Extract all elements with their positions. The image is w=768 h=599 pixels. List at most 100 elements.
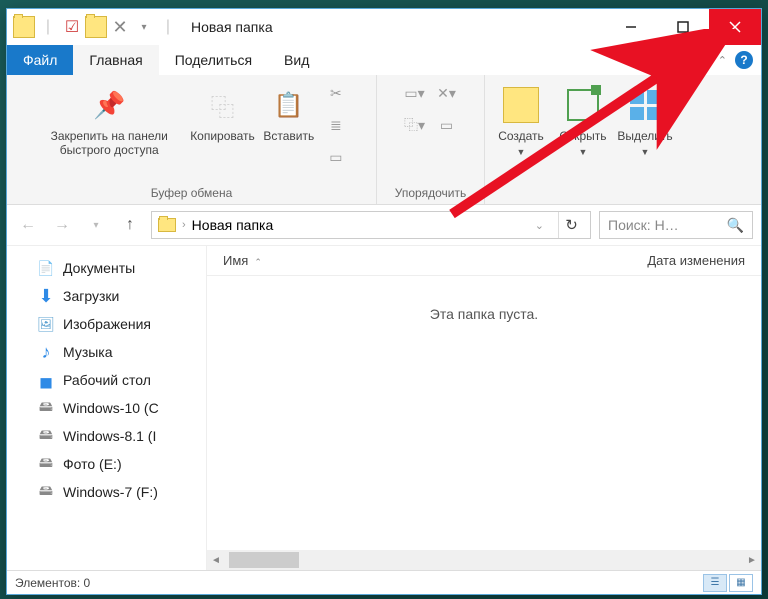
select-icon: [630, 90, 660, 120]
tab-file[interactable]: Файл: [7, 45, 73, 75]
breadcrumb-sep: ›: [182, 219, 186, 231]
breadcrumb[interactable]: Новая папка: [192, 217, 274, 233]
minimize-button[interactable]: [605, 9, 657, 45]
content-area: 📄Документы ⬇Загрузки 🖼Изображения ♪Музык…: [7, 245, 761, 570]
open-icon: [567, 89, 599, 121]
address-box[interactable]: › Новая папка ⌄ ↻: [151, 211, 591, 239]
paste-icon: 📋: [274, 91, 304, 120]
scrollbar-thumb[interactable]: [229, 552, 299, 568]
chevron-down-icon: ▼: [517, 147, 526, 157]
nav-documents[interactable]: 📄Документы: [7, 254, 206, 282]
copy-button[interactable]: ⿻ Копировать: [190, 81, 255, 143]
icons-view-button[interactable]: ▦: [729, 574, 753, 592]
maximize-button[interactable]: [657, 9, 709, 45]
close-button[interactable]: [709, 9, 761, 45]
title-bar: | ☑ ✕ ▾ | Новая папка: [7, 9, 761, 45]
move-to-icon[interactable]: ▭▾: [402, 81, 428, 105]
nav-drive-d[interactable]: 🖴Windows-8.1 (I: [7, 422, 206, 450]
open-button[interactable]: Открыть ▼: [555, 81, 611, 157]
delete-button-icon[interactable]: ✕▾: [434, 81, 460, 105]
nav-pictures[interactable]: 🖼Изображения: [7, 310, 206, 338]
up-button[interactable]: ↑: [117, 212, 143, 238]
address-dropdown-icon[interactable]: ⌄: [535, 219, 544, 232]
desktop-icon: ▅: [37, 371, 55, 389]
folder-icon: [158, 218, 176, 232]
nav-music[interactable]: ♪Музыка: [7, 338, 206, 366]
help-icon[interactable]: ?: [735, 51, 753, 69]
cut-icon[interactable]: ✂: [323, 81, 349, 105]
paste-button[interactable]: 📋 Вставить: [261, 81, 317, 143]
folder-icon: [13, 16, 35, 38]
navigation-pane[interactable]: 📄Документы ⬇Загрузки 🖼Изображения ♪Музык…: [7, 246, 207, 570]
status-bar: Элементов: 0 ☰ ▦: [7, 570, 761, 594]
item-count: Элементов: 0: [15, 576, 90, 590]
ribbon: 📌 Закрепить на панели быстрого доступа ⿻…: [7, 75, 761, 205]
new-folder-icon[interactable]: [85, 16, 107, 38]
create-button[interactable]: Создать ▼: [493, 81, 549, 157]
downloads-icon: ⬇: [37, 287, 55, 305]
copy-to-icon[interactable]: ⿻▾: [402, 113, 428, 137]
nav-drive-c[interactable]: 🖴Windows-10 (C: [7, 394, 206, 422]
nav-drive-e[interactable]: 🖴Фото (E:): [7, 450, 206, 478]
music-icon: ♪: [37, 343, 55, 361]
address-bar: ← → ▾ ↑ › Новая папка ⌄ ↻ Поиск: Н… 🔍: [7, 205, 761, 245]
quick-access-toolbar: | ☑ ✕ ▾ |: [7, 16, 179, 38]
column-date[interactable]: Дата изменения: [631, 253, 761, 268]
file-list-pane: Имя⌃ Дата изменения Эта папка пуста. ◄ ►: [207, 246, 761, 570]
ribbon-tabs: Файл Главная Поделиться Вид ⌃ ?: [7, 45, 761, 75]
chevron-down-icon: ▼: [641, 147, 650, 157]
ribbon-help: ⌃ ?: [710, 45, 761, 75]
view-switcher: ☰ ▦: [703, 574, 753, 592]
ribbon-group-organize: ▭▾ ⿻▾ ✕▾ ▭ Упорядочить: [377, 75, 485, 204]
drive-icon: 🖴: [37, 455, 55, 473]
scroll-left-icon[interactable]: ◄: [207, 555, 225, 566]
properties-icon[interactable]: ☑: [61, 16, 83, 38]
sort-indicator-icon: ⌃: [254, 257, 262, 267]
select-button[interactable]: Выделить ▼: [617, 81, 673, 157]
pin-button[interactable]: 📌 Закрепить на панели быстрого доступа: [34, 81, 184, 157]
horizontal-scrollbar[interactable]: ◄ ►: [207, 550, 761, 570]
recent-dropdown[interactable]: ▾: [83, 212, 109, 238]
qat-separator: |: [157, 16, 179, 38]
nav-desktop[interactable]: ▅Рабочий стол: [7, 366, 206, 394]
tab-view[interactable]: Вид: [268, 45, 325, 75]
nav-drive-f[interactable]: 🖴Windows-7 (F:): [7, 478, 206, 506]
forward-button[interactable]: →: [49, 212, 75, 238]
explorer-window: | ☑ ✕ ▾ | Новая папка Файл Главная Подел…: [6, 8, 762, 595]
nav-downloads[interactable]: ⬇Загрузки: [7, 282, 206, 310]
organize-label: Упорядочить: [395, 182, 466, 200]
drive-icon: 🖴: [37, 399, 55, 417]
qat-separator: |: [37, 16, 59, 38]
pin-icon: 📌: [93, 90, 125, 121]
search-icon: 🔍: [727, 217, 744, 234]
search-input[interactable]: Поиск: Н… 🔍: [599, 211, 753, 239]
chevron-down-icon: ▼: [579, 147, 588, 157]
clipboard-mini: ✂ ≣ ▭: [323, 81, 349, 169]
ribbon-group-new: Создать ▼ Открыть ▼ Выделить ▼: [485, 75, 681, 204]
clipboard-label: Буфер обмена: [151, 182, 233, 200]
window-controls: [605, 9, 761, 45]
rename-icon[interactable]: ▭: [434, 113, 460, 137]
back-button[interactable]: ←: [15, 212, 41, 238]
delete-icon[interactable]: ✕: [109, 16, 131, 38]
column-headers: Имя⌃ Дата изменения: [207, 246, 761, 276]
ribbon-group-clipboard: 📌 Закрепить на панели быстрого доступа ⿻…: [7, 75, 377, 204]
paste-shortcut-icon[interactable]: ▭: [323, 145, 349, 169]
new-folder-icon: [503, 87, 539, 123]
documents-icon: 📄: [37, 259, 55, 277]
tab-share[interactable]: Поделиться: [159, 45, 268, 75]
refresh-button[interactable]: ↻: [558, 212, 584, 238]
details-view-button[interactable]: ☰: [703, 574, 727, 592]
pictures-icon: 🖼: [37, 315, 55, 333]
drive-icon: 🖴: [37, 483, 55, 501]
window-title: Новая папка: [191, 19, 273, 35]
drive-icon: 🖴: [37, 427, 55, 445]
column-name[interactable]: Имя⌃: [207, 253, 631, 268]
qat-dropdown-icon[interactable]: ▾: [133, 16, 155, 38]
copy-icon: ⿻: [211, 88, 235, 123]
copy-path-icon[interactable]: ≣: [323, 113, 349, 137]
collapse-ribbon-icon[interactable]: ⌃: [718, 54, 727, 67]
tab-home[interactable]: Главная: [73, 45, 158, 75]
empty-folder-text: Эта папка пуста.: [207, 276, 761, 550]
scroll-right-icon[interactable]: ►: [743, 555, 761, 566]
